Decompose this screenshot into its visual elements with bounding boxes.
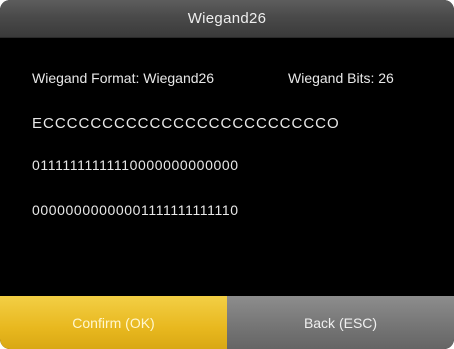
device-screen: Wiegand26 Wiegand Format: Wiegand26 Wieg… xyxy=(0,0,454,349)
back-button-label: Back (ESC) xyxy=(303,314,378,331)
confirm-button[interactable]: Confirm (OK) xyxy=(0,296,227,349)
parity-definition-line: ECCCCCCCCCCCCCCCCCCCCCCCCO xyxy=(32,115,340,132)
page-title: Wiegand26 xyxy=(187,10,267,27)
odd-parity-mask-line: 00000000000001111111111110 xyxy=(32,202,239,218)
even-parity-mask-line: 01111111111110000000000000 xyxy=(32,157,239,173)
title-bar: Wiegand26 xyxy=(0,0,454,38)
back-button[interactable]: Back (ESC) xyxy=(227,296,454,349)
wiegand-bits-label: Wiegand Bits: 26 xyxy=(288,70,394,86)
button-bar: Confirm (OK) Back (ESC) xyxy=(0,296,454,349)
wiegand-info-panel: Wiegand Format: Wiegand26 Wiegand Bits: … xyxy=(0,38,454,296)
confirm-button-label: Confirm (OK) xyxy=(72,314,155,331)
wiegand-format-label: Wiegand Format: Wiegand26 xyxy=(32,70,215,86)
